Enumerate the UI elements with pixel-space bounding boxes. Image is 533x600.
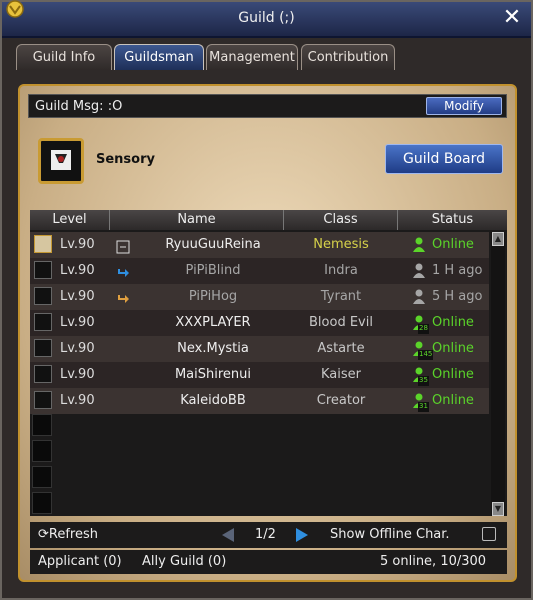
refresh-icon[interactable]: ⟳ xyxy=(38,527,49,542)
header-class[interactable]: Class xyxy=(284,210,398,230)
members-table: Level Name Class Status Lv.90 RyuuGuuRein… xyxy=(30,210,507,516)
guild-message-bar: Guild Msg: :O Modify xyxy=(28,94,507,118)
member-slot-icon xyxy=(34,339,52,357)
guild-board-button[interactable]: Guild Board xyxy=(385,144,503,174)
member-name[interactable]: RyuuGuuReina xyxy=(126,232,300,258)
tab-contribution[interactable]: Contribution xyxy=(301,44,395,70)
member-class: Tyrant xyxy=(320,289,362,304)
member-status: Online xyxy=(432,315,474,330)
table-row[interactable]: Lv.90 KaleidoBB Creator 31 Online xyxy=(30,388,489,414)
member-class: Nemesis xyxy=(313,237,369,252)
tab-guildsman[interactable]: Guildsman xyxy=(114,44,204,70)
member-level: Lv.90 xyxy=(60,263,95,278)
table-row[interactable]: Lv.90 Nex.Mystia Astarte 145 Online xyxy=(30,336,489,362)
empty-slot xyxy=(32,492,52,514)
table-row[interactable]: Lv.90 PiPiHog Tyrant 5 H ago xyxy=(30,284,489,310)
avatar xyxy=(34,235,52,253)
member-class: Indra xyxy=(324,263,358,278)
guild-msg-value: :O xyxy=(107,99,123,114)
scroll-down-icon[interactable]: ▼ xyxy=(492,502,504,516)
guild-name: Sensory xyxy=(96,152,155,167)
member-status: 5 H ago xyxy=(432,289,483,304)
member-name[interactable]: KaleidoBB xyxy=(126,388,300,414)
next-page-icon[interactable] xyxy=(294,527,310,543)
member-status: Online xyxy=(432,367,474,382)
member-status: 1 H ago xyxy=(432,263,483,278)
online-summary: 5 online, 10/300 xyxy=(380,554,487,569)
close-icon[interactable]: ✕ xyxy=(501,7,523,29)
table-row[interactable]: Lv.90 XXXPLAYER Blood Evil 28 Online xyxy=(30,310,489,336)
guild-window: Guild (;) ✕ Guild Info Guildsman Managem… xyxy=(0,0,533,600)
ally-guild-label[interactable]: Ally Guild (0) xyxy=(142,550,226,574)
page-indicator: 1/2 xyxy=(255,527,276,542)
member-class: Creator xyxy=(316,393,366,408)
table-row[interactable]: Lv.90 PiPiBlind Indra 1 H ago xyxy=(30,258,489,284)
guild-msg-label: Guild Msg: xyxy=(35,99,104,114)
offline-user-icon xyxy=(412,263,426,279)
pagination-bar: ⟳Refresh 1/2 Show Offline Char. xyxy=(30,522,507,548)
member-status: Online xyxy=(432,393,474,408)
member-class: Kaiser xyxy=(321,367,361,382)
offline-user-icon xyxy=(412,289,426,305)
members-scrollbar[interactable]: ▲ ▼ xyxy=(491,232,505,516)
table-header: Level Name Class Status xyxy=(30,210,507,230)
status-bar: Applicant (0) Ally Guild (0) 5 online, 1… xyxy=(30,550,507,574)
header-level[interactable]: Level xyxy=(30,210,110,230)
member-slot-icon xyxy=(34,391,52,409)
member-level: Lv.90 xyxy=(60,367,95,382)
member-slot-icon xyxy=(34,261,52,279)
member-level: Lv.90 xyxy=(60,315,95,330)
member-slot-icon xyxy=(34,313,52,331)
member-level: Lv.90 xyxy=(60,237,95,252)
member-slot-icon xyxy=(34,287,52,305)
member-level: Lv.90 xyxy=(60,341,95,356)
prev-page-icon[interactable] xyxy=(220,527,236,543)
member-name[interactable]: MaiShirenui xyxy=(126,362,300,388)
tab-management[interactable]: Management xyxy=(206,44,298,70)
empty-slot xyxy=(32,466,52,488)
modify-button[interactable]: Modify xyxy=(426,97,502,115)
applicant-label[interactable]: Applicant (0) xyxy=(38,550,122,574)
show-offline-checkbox[interactable] xyxy=(482,527,496,541)
guildsman-panel: Guild Msg: :O Modify Sensory Guild Board… xyxy=(18,84,517,582)
member-name[interactable]: PiPiHog xyxy=(126,284,300,310)
header-status[interactable]: Status xyxy=(398,210,507,230)
member-name[interactable]: Nex.Mystia xyxy=(126,336,300,362)
member-level: Lv.90 xyxy=(60,289,95,304)
online-user-icon xyxy=(412,237,426,253)
member-name[interactable]: PiPiBlind xyxy=(126,258,300,284)
member-slot-icon xyxy=(34,365,52,383)
window-title: Guild (;) xyxy=(238,10,295,26)
header-name[interactable]: Name xyxy=(110,210,284,230)
member-status: Online xyxy=(432,341,474,356)
title-bar[interactable]: Guild (;) ✕ xyxy=(2,0,531,38)
member-name[interactable]: XXXPLAYER xyxy=(126,310,300,336)
member-badge: 35 xyxy=(418,376,429,386)
member-class: Astarte xyxy=(317,341,365,356)
scroll-up-icon[interactable]: ▲ xyxy=(492,232,504,246)
empty-slot xyxy=(32,440,52,462)
tab-guild-info[interactable]: Guild Info xyxy=(16,44,112,70)
show-offline-label: Show Offline Char. xyxy=(330,527,450,542)
member-level: Lv.90 xyxy=(60,393,95,408)
member-badge: 31 xyxy=(418,402,429,412)
guild-mark-icon xyxy=(38,138,84,184)
empty-slot xyxy=(32,414,52,436)
member-badge: 28 xyxy=(418,324,429,334)
table-row[interactable]: Lv.90 MaiShirenui Kaiser 35 Online xyxy=(30,362,489,388)
table-row[interactable]: Lv.90 RyuuGuuReina Nemesis Online xyxy=(30,232,489,258)
member-class: Blood Evil xyxy=(309,315,373,330)
refresh-button[interactable]: Refresh xyxy=(49,527,98,542)
member-status: Online xyxy=(432,237,474,252)
